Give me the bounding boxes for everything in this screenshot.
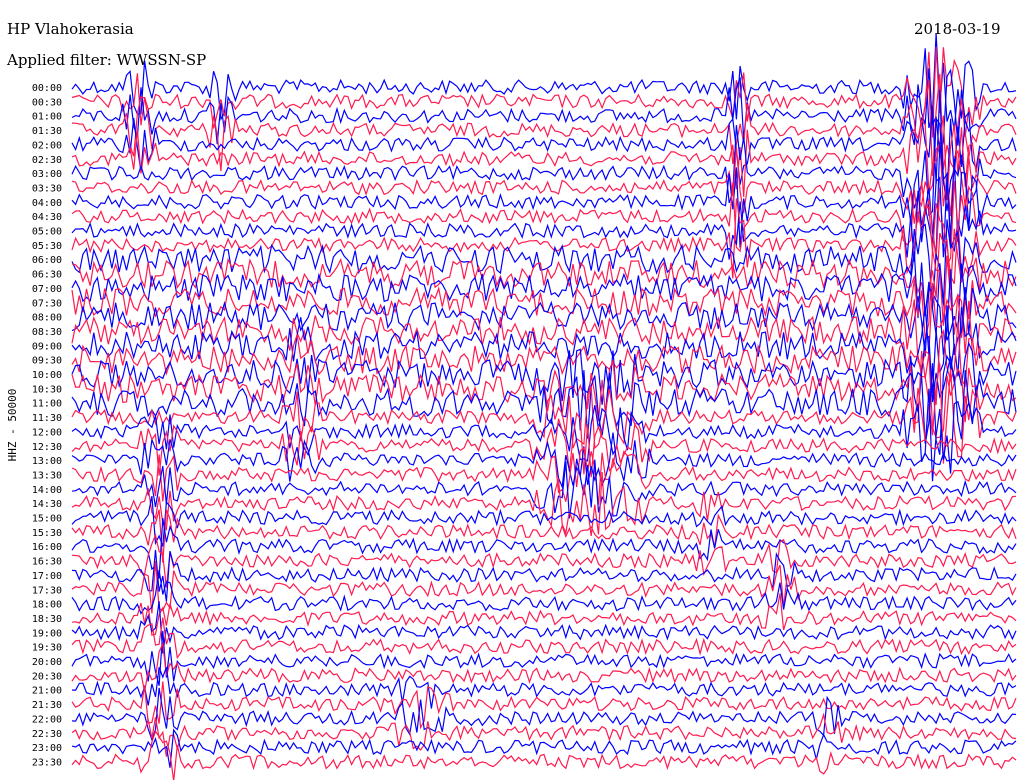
trace-1600 [71,518,1017,579]
time-label: 23:30 [32,757,62,768]
time-label: 08:00 [32,313,62,324]
time-label: 06:30 [32,270,62,281]
time-label: 15:00 [32,514,62,525]
date-label: 2018-03-19 [914,20,1001,38]
time-label: 07:30 [32,298,62,309]
trace-1230 [71,411,1017,478]
time-label: 14:00 [32,485,62,496]
time-label: 16:30 [32,557,62,568]
time-label: 18:30 [32,614,62,625]
time-label: 02:00 [32,140,62,151]
time-label: 13:30 [32,470,62,481]
time-label: 09:30 [32,356,62,367]
time-label: 22:30 [32,729,62,740]
time-label: 19:00 [32,628,62,639]
trace-0100 [71,68,1017,157]
trace-0300 [71,116,1017,217]
time-label: 12:30 [32,442,62,453]
time-label: 02:30 [32,155,62,166]
time-label: 00:00 [32,83,62,94]
time-label: 13:00 [32,456,62,467]
time-label: 10:00 [32,370,62,381]
trace-1430 [71,471,1017,536]
time-label: 08:30 [32,327,62,338]
seismogram-traces [71,33,1017,780]
time-label: 00:30 [32,97,62,108]
trace-2330 [71,729,1017,780]
time-label: 10:30 [32,384,62,395]
time-label: 21:00 [32,686,62,697]
time-label: 05:30 [32,241,62,252]
time-label: 15:30 [32,528,62,539]
time-label: 17:00 [32,571,62,582]
time-label: 04:00 [32,198,62,209]
time-label: 03:00 [32,169,62,180]
time-label: 23:00 [32,743,62,754]
time-label: 05:00 [32,227,62,238]
trace-2000 [71,630,1017,686]
trace-0000 [71,33,1017,130]
time-labels: 00:00 00:30 01:00 01:30 02:00 02:30 03:00 03:30… [32,83,62,768]
time-label: 17:30 [32,585,62,596]
time-label: 06:00 [32,255,62,266]
time-label: 01:00 [32,112,62,123]
time-label: 18:00 [32,600,62,611]
time-label: 16:00 [32,542,62,553]
time-label: 20:00 [32,657,62,668]
y-axis-label: HHZ - 50000 [6,389,19,462]
time-label: 09:00 [32,341,62,352]
time-label: 20:30 [32,671,62,682]
helicorder-plot: 00:00 00:30 01:00 01:30 02:00 02:30 03:00 03:30… [6,33,1017,780]
time-label: 03:30 [32,183,62,194]
trace-1930 [71,617,1017,660]
time-label: 22:00 [32,714,62,725]
time-label: 11:00 [32,399,62,410]
time-label: 14:30 [32,499,62,510]
filter-label: Applied filter: WWSSN-SP [7,51,207,69]
trace-0430 [71,180,1017,268]
time-label: 11:30 [32,413,62,424]
time-label: 12:00 [32,427,62,438]
station-title: HP Vlahokerasia [7,20,134,38]
time-label: 07:00 [32,284,62,295]
trace-0400 [71,142,1017,256]
time-label: 19:30 [32,643,62,654]
time-label: 01:30 [32,126,62,137]
time-label: 04:30 [32,212,62,223]
time-label: 21:30 [32,700,62,711]
